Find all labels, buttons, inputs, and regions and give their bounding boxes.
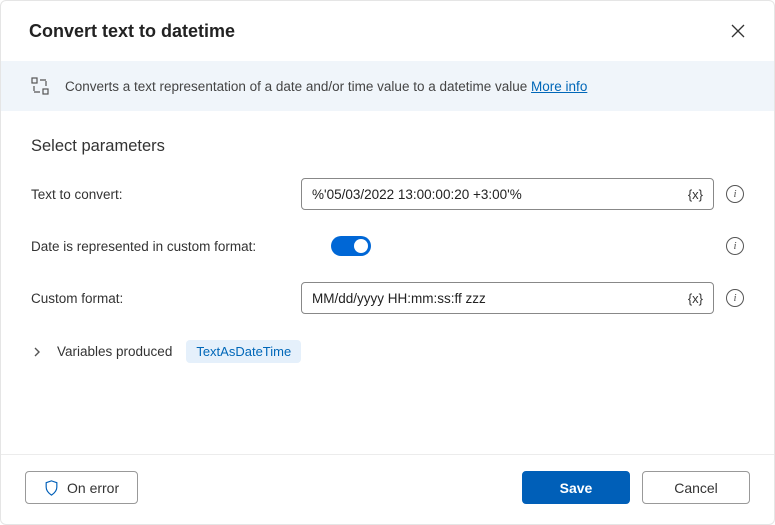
more-info-link[interactable]: More info — [531, 79, 587, 94]
insert-variable-button[interactable]: {x} — [686, 187, 705, 202]
save-button[interactable]: Save — [522, 471, 630, 504]
info-icon[interactable]: i — [726, 185, 744, 203]
variables-produced-label: Variables produced — [57, 344, 172, 359]
label-text-to-convert: Text to convert: — [31, 187, 301, 202]
row-custom-format: Custom format: {x} i — [31, 282, 744, 314]
cancel-button[interactable]: Cancel — [642, 471, 750, 504]
shield-icon — [44, 480, 59, 496]
toggle-knob — [354, 239, 368, 253]
input-custom-format[interactable] — [312, 291, 686, 306]
description-text: Converts a text representation of a date… — [65, 79, 587, 94]
convert-glyph-icon — [31, 77, 49, 95]
label-custom-format: Custom format: — [31, 291, 301, 306]
dialog-footer: On error Save Cancel — [1, 454, 774, 524]
input-wrap-custom-format: {x} — [301, 282, 714, 314]
dialog-header: Convert text to datetime — [1, 1, 774, 61]
input-wrap-text-to-convert: {x} — [301, 178, 714, 210]
dialog-body: Select parameters Text to convert: {x} i… — [1, 111, 774, 454]
convert-text-to-datetime-dialog: Convert text to datetime Converts a text… — [0, 0, 775, 525]
parameters-heading: Select parameters — [31, 137, 744, 156]
variables-produced-row: Variables produced TextAsDateTime — [31, 340, 744, 363]
label-custom-format-toggle: Date is represented in custom format: — [31, 239, 331, 254]
on-error-button[interactable]: On error — [25, 471, 138, 504]
description-bar: Converts a text representation of a date… — [1, 61, 774, 111]
info-icon[interactable]: i — [726, 289, 744, 307]
row-text-to-convert: Text to convert: {x} i — [31, 178, 744, 210]
on-error-label: On error — [67, 480, 119, 496]
variable-chip[interactable]: TextAsDateTime — [186, 340, 301, 363]
input-text-to-convert[interactable] — [312, 187, 686, 202]
description-label: Converts a text representation of a date… — [65, 79, 527, 94]
insert-variable-button[interactable]: {x} — [686, 291, 705, 306]
chevron-right-icon[interactable] — [31, 346, 43, 358]
row-custom-format-toggle: Date is represented in custom format: i — [31, 236, 744, 256]
cancel-label: Cancel — [674, 480, 718, 496]
close-icon — [731, 24, 745, 38]
close-button[interactable] — [726, 19, 750, 43]
toggle-custom-format[interactable] — [331, 236, 371, 256]
dialog-title: Convert text to datetime — [29, 21, 235, 42]
save-label: Save — [560, 480, 593, 496]
info-icon[interactable]: i — [726, 237, 744, 255]
